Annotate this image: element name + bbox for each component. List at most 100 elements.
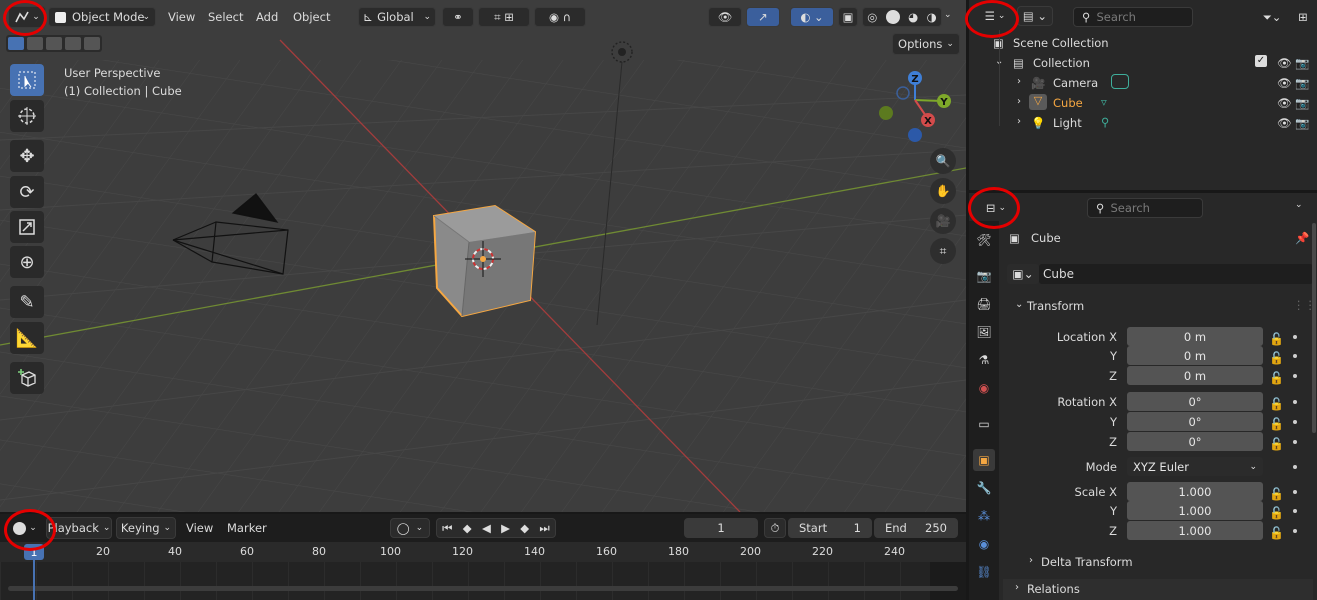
rotation-y-field[interactable]: 0° [1127, 412, 1263, 431]
cursor-tool[interactable] [10, 100, 44, 132]
lock-icon[interactable]: 🔓 [1269, 437, 1284, 451]
pin-icon[interactable]: 📌 [1295, 231, 1309, 245]
menu-add[interactable]: Add [256, 10, 278, 24]
properties-scrollbar[interactable] [1312, 223, 1316, 433]
start-frame-field[interactable]: Start 1 [788, 518, 872, 538]
expand-chevron-icon[interactable]: › [1017, 116, 1021, 127]
tree-row-scene-collection[interactable]: ▣ Scene Collection [969, 33, 1317, 53]
next-keyframe-icon[interactable]: ◆ [520, 521, 529, 535]
delta-transform-subpanel[interactable]: › Delta Transform [1015, 552, 1313, 572]
auto-keying-button[interactable]: ◯ ⌄ [390, 518, 430, 538]
rotation-x-field[interactable]: 0° [1127, 392, 1263, 411]
relations-panel-header[interactable]: › Relations [1003, 579, 1313, 600]
lock-icon[interactable]: 🔓 [1269, 417, 1284, 431]
options-button[interactable]: Options ⌄ [892, 33, 960, 55]
transform-panel-header[interactable]: ⌄ Transform ⋮⋮ [1003, 296, 1316, 316]
wireframe-shading-icon[interactable]: ◎ [867, 10, 877, 24]
mesh-data-icon[interactable]: ▿ [1101, 95, 1107, 109]
keyframe-dot-icon[interactable] [1293, 400, 1297, 404]
snap-button[interactable]: ⌗ ⊞ [478, 7, 530, 27]
new-collection-button[interactable]: ⊞ [1293, 7, 1313, 27]
scale-tool[interactable] [10, 211, 44, 243]
shading-options-chevron-icon[interactable]: ⌄ [944, 10, 952, 20]
perspective-toggle-button[interactable]: ⌗ [930, 238, 956, 264]
eye-icon[interactable]: 👁 [1277, 116, 1292, 130]
timeline-scrollbar[interactable] [8, 586, 958, 591]
lock-icon[interactable]: 🔓 [1269, 397, 1284, 411]
location-z-field[interactable]: 0 m [1127, 366, 1263, 385]
checkbox-icon[interactable]: ✓ [1255, 55, 1267, 67]
camera-view-button[interactable]: 🎥 [930, 208, 956, 234]
display-mode-button[interactable]: ▤ ⌄ [1017, 6, 1053, 26]
outliner-editor[interactable]: ☰⌄ ▤ ⌄ ⚲ Search ⏷⌄ ⊞ ▣ Scene Collection … [969, 0, 1317, 190]
play-reverse-icon[interactable]: ◀ [482, 521, 491, 535]
selection-mode-buttons[interactable] [6, 35, 102, 52]
expand-chevron-icon[interactable]: › [1017, 76, 1021, 87]
play-icon[interactable]: ▶ [501, 521, 510, 535]
visibility-button[interactable]: 👁 [708, 7, 742, 27]
lock-icon[interactable]: 🔓 [1269, 526, 1284, 540]
location-y-field[interactable]: 0 m [1127, 346, 1263, 365]
pan-button[interactable]: ✋ [930, 178, 956, 204]
measure-tool[interactable]: 📐 [10, 322, 44, 354]
rotate-tool[interactable]: ⟳ [10, 176, 44, 208]
3d-viewport[interactable]: Z Y X ⌄ Object Mode ⌄ View Select Add Ob… [0, 0, 966, 512]
rendered-shading-icon[interactable]: ◑ [927, 10, 937, 24]
tree-row-camera[interactable]: › 🎥 Camera 👁 📷 [969, 73, 1317, 93]
keyframe-dot-icon[interactable] [1293, 509, 1297, 513]
tab-tool[interactable]: 🛠 [973, 229, 995, 251]
menu-select[interactable]: Select [208, 10, 243, 24]
select-subtract-icon[interactable] [46, 37, 62, 50]
keyframe-dot-icon[interactable] [1293, 354, 1297, 358]
lock-icon[interactable]: 🔓 [1269, 371, 1284, 385]
render-camera-icon[interactable]: 📷 [1295, 76, 1309, 90]
tab-output[interactable]: 🖨 [973, 293, 995, 315]
render-camera-icon[interactable]: 📷 [1295, 116, 1309, 130]
select-intersect-icon[interactable] [84, 37, 100, 50]
filter-button[interactable]: ⏷⌄ [1257, 7, 1287, 27]
playback-controls[interactable]: ⏮ ◆ ◀ ▶ ◆ ⏭ [436, 518, 556, 538]
material-shading-icon[interactable]: ◕ [908, 10, 918, 24]
keyframe-dot-icon[interactable] [1293, 490, 1297, 494]
object-name-field[interactable]: Cube [1039, 264, 1313, 284]
transform-orientation-dropdown[interactable]: ⊾ Global ⌄ [358, 7, 436, 27]
select-extend-icon[interactable] [27, 37, 43, 50]
expand-chevron-icon[interactable]: › [1017, 96, 1021, 107]
keyframe-dot-icon[interactable] [1293, 420, 1297, 424]
keyframe-dot-icon[interactable] [1293, 529, 1297, 533]
tab-render[interactable]: 📷 [973, 265, 995, 287]
prev-keyframe-icon[interactable]: ◆ [463, 521, 472, 535]
keyframe-dot-icon[interactable] [1293, 335, 1297, 339]
keyframe-dot-icon[interactable] [1293, 465, 1297, 469]
pivot-point-button[interactable]: ⚭ [442, 7, 474, 27]
add-cube-tool[interactable] [10, 362, 44, 394]
shading-modes[interactable]: ◎ ◕ ◑ [862, 7, 942, 27]
scale-x-field[interactable]: 1.000 [1127, 482, 1263, 501]
annotate-tool[interactable]: ✎ [10, 286, 44, 318]
zoom-button[interactable]: 🔍 [930, 148, 956, 174]
timeline-view-menu[interactable]: View [186, 521, 213, 535]
tree-row-cube[interactable]: › ▽ Cube ▿ 👁 📷 [969, 93, 1317, 113]
light-data-icon[interactable]: ⚲ [1101, 115, 1109, 129]
xray-toggle-button[interactable]: ▣ [838, 7, 858, 27]
lock-icon[interactable]: 🔓 [1269, 351, 1284, 365]
frame-ruler[interactable]: 20 40 60 80 100 120 140 160 180 200 220 … [0, 542, 966, 562]
scale-y-field[interactable]: 1.000 [1127, 501, 1263, 520]
eye-icon[interactable]: 👁 [1277, 76, 1292, 90]
keyframe-dot-icon[interactable] [1293, 440, 1297, 444]
gizmo-toggle-button[interactable]: ↗ [746, 7, 780, 27]
jump-end-icon[interactable]: ⏭ [539, 521, 549, 536]
outliner-search-input[interactable]: ⚲ Search [1073, 7, 1193, 27]
select-new-icon[interactable] [8, 37, 24, 50]
select-invert-icon[interactable] [65, 37, 81, 50]
keyframe-area[interactable] [0, 562, 966, 600]
tree-row-light[interactable]: › 💡 Light ⚲ 👁 📷 [969, 113, 1317, 133]
chevron-down-icon[interactable]: ⌄ [1295, 200, 1303, 210]
lock-icon[interactable]: 🔓 [1269, 506, 1284, 520]
select-box-tool[interactable] [10, 64, 44, 96]
keyframe-dot-icon[interactable] [1293, 374, 1297, 378]
jump-start-icon[interactable]: ⏮ [442, 521, 452, 536]
render-camera-icon[interactable]: 📷 [1295, 96, 1309, 110]
properties-editor[interactable]: ⊟ ⌄ ⚲ Search ⌄ 🛠 📷 🖨 🖼 ⚗ ◉ ▭ ▣ 🔧 ⁂ ◉ ⛓ ▣ … [969, 193, 1317, 600]
timeline-editor[interactable]: ⌄ Playback ⌄ Keying ⌄ View Marker ◯ ⌄ ⏮ ◆ ◀… [0, 514, 966, 600]
